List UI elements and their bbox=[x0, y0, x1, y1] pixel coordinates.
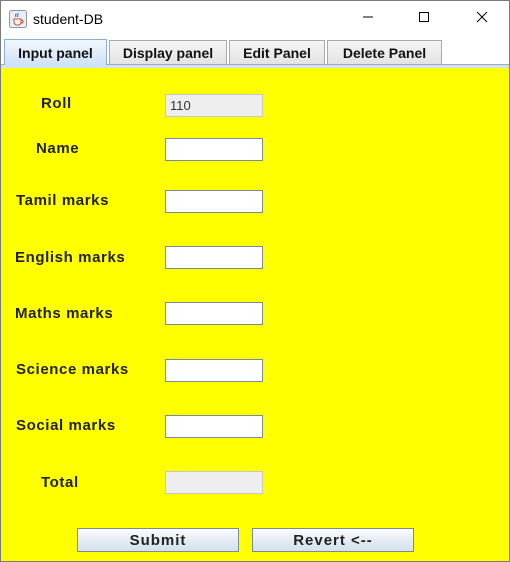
tab-edit-panel[interactable]: Edit Panel bbox=[229, 40, 325, 64]
close-button[interactable] bbox=[459, 1, 505, 37]
maximize-button[interactable] bbox=[401, 1, 447, 37]
app-window: student-DB Input panel Display panel Edi… bbox=[0, 0, 510, 562]
name-label: Name bbox=[36, 140, 80, 157]
tab-strip: Input panel Display panel Edit Panel Del… bbox=[1, 37, 509, 65]
total-label: Total bbox=[41, 474, 79, 491]
name-field[interactable] bbox=[165, 138, 263, 161]
english-marks-label: English marks bbox=[15, 249, 126, 266]
tamil-marks-label: Tamil marks bbox=[16, 192, 110, 209]
social-marks-label: Social marks bbox=[16, 417, 116, 434]
maths-marks-label: Maths marks bbox=[15, 305, 114, 322]
close-icon bbox=[476, 10, 488, 28]
title-bar[interactable]: student-DB bbox=[1, 1, 509, 37]
english-marks-field[interactable] bbox=[165, 246, 263, 269]
roll-field[interactable] bbox=[165, 94, 263, 117]
maths-marks-field[interactable] bbox=[165, 302, 263, 325]
science-marks-field[interactable] bbox=[165, 359, 263, 382]
total-field[interactable] bbox=[165, 471, 263, 494]
window-title: student-DB bbox=[33, 11, 104, 27]
minimize-icon bbox=[362, 10, 374, 28]
social-marks-field[interactable] bbox=[165, 415, 263, 438]
tab-delete-panel[interactable]: Delete Panel bbox=[327, 40, 442, 64]
roll-label: Roll bbox=[41, 95, 72, 112]
tab-display-panel[interactable]: Display panel bbox=[109, 40, 227, 64]
submit-button[interactable]: Submit bbox=[77, 528, 239, 552]
minimize-button[interactable] bbox=[345, 1, 391, 37]
input-panel: Roll Name Tamil marks English marks Math… bbox=[1, 68, 509, 561]
science-marks-label: Science marks bbox=[16, 361, 129, 378]
maximize-icon bbox=[418, 10, 430, 28]
tab-input-panel[interactable]: Input panel bbox=[4, 39, 107, 65]
tamil-marks-field[interactable] bbox=[165, 190, 263, 213]
revert-button[interactable]: Revert <-- bbox=[252, 528, 414, 552]
java-cup-icon bbox=[9, 10, 27, 28]
